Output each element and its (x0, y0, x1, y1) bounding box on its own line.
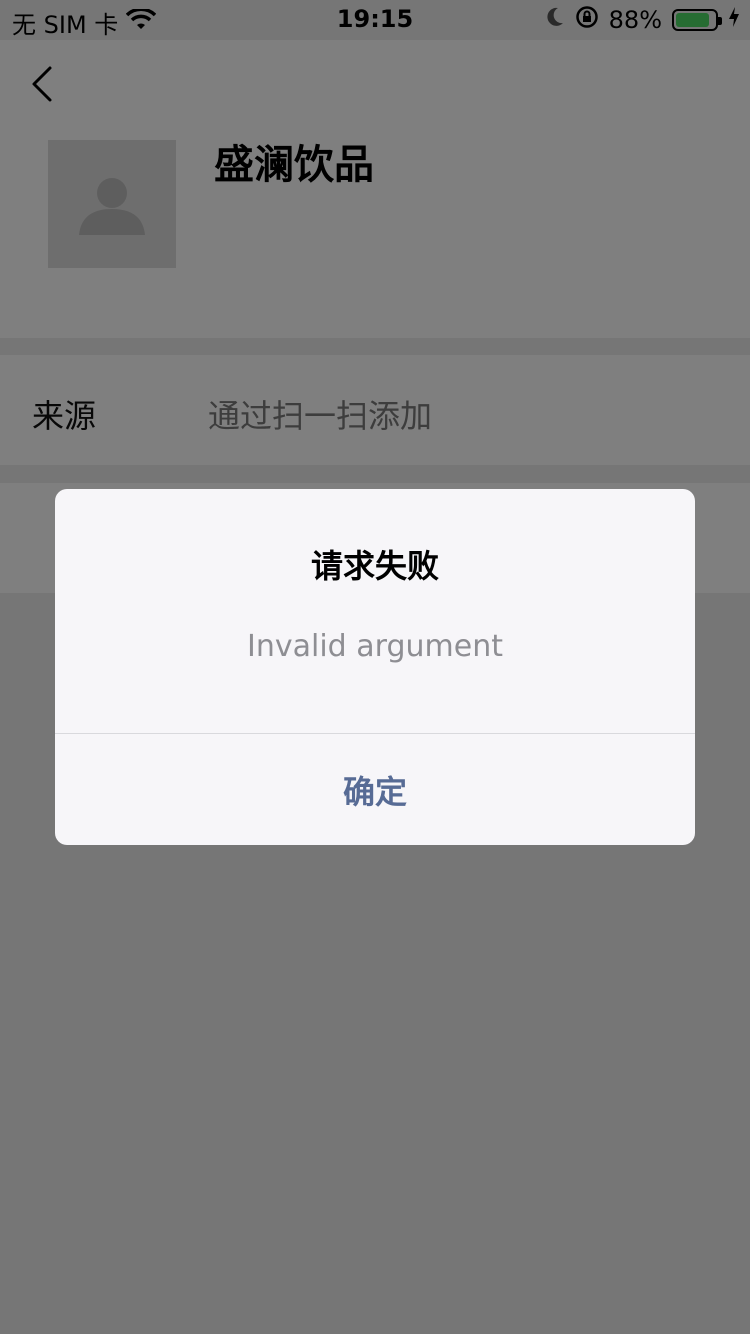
dialog-message: Invalid argument (247, 629, 503, 664)
confirm-button[interactable]: 确定 (55, 734, 695, 845)
dialog-title: 请求失败 (310, 547, 439, 585)
alert-dialog: 请求失败 Invalid argument 确定 (55, 489, 695, 845)
